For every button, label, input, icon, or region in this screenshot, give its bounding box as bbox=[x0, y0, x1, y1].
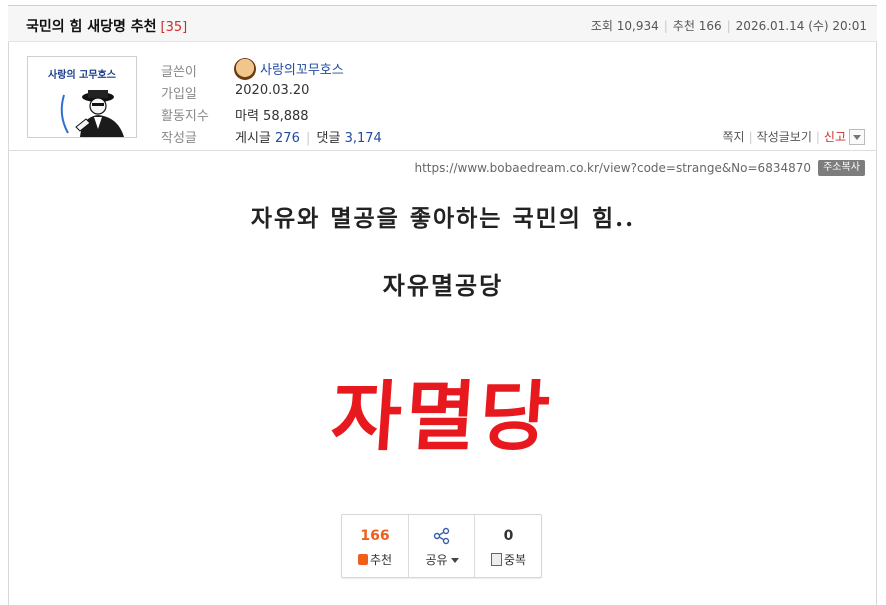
author-box: 사랑의 고무호스 글쓴이 사랑의꼬무호스 가입일 2020.03.20 활동지수… bbox=[8, 42, 877, 151]
post-datetime: 2026.01.14 (수) 20:01 bbox=[735, 19, 867, 33]
activity-row: 활동지수 마력 58,888 bbox=[161, 105, 309, 124]
post-url: https://www.bobaedream.co.kr/view?code=s… bbox=[414, 161, 812, 175]
activity-label: 활동지수 bbox=[161, 109, 209, 124]
post-stats: 조회 10,934 | 추천 166 | 2026.01.14 (수) 20:01 bbox=[590, 19, 867, 33]
content-line-1: 자유와 멸공을 좋아하는 국민의 힘.. bbox=[250, 205, 636, 232]
view-posts-link[interactable]: 작성글보기 bbox=[757, 130, 812, 144]
posts-prefix: 게시글 bbox=[235, 131, 271, 146]
report-link[interactable]: 신고 bbox=[824, 130, 846, 144]
comments-count[interactable]: 3,174 bbox=[345, 131, 382, 146]
views-label: 조회 bbox=[590, 19, 613, 33]
vote-recommend-count: 166 bbox=[360, 528, 390, 544]
share-label: 공유 bbox=[425, 553, 448, 567]
posts-label: 작성글 bbox=[161, 131, 197, 146]
message-link[interactable]: 쪽지 bbox=[723, 130, 745, 144]
posts-row: 작성글 게시글 276 | 댓글 3,174 bbox=[161, 131, 382, 146]
chevron-down-icon[interactable] bbox=[849, 128, 865, 145]
officer-icon bbox=[60, 90, 124, 137]
duplicate-button[interactable]: 0 중복 bbox=[474, 515, 542, 577]
author-nickname[interactable]: 사랑의꼬무호스 bbox=[260, 63, 344, 78]
copy-url-button[interactable]: 주소복사 bbox=[818, 160, 865, 176]
post-title-text: 국민의 힘 새당명 추천 bbox=[26, 19, 157, 35]
join-date: 2020.03.20 bbox=[235, 83, 310, 98]
join-label: 가입일 bbox=[161, 87, 197, 102]
content-line-2: 자유멸공당 bbox=[382, 271, 504, 300]
duplicate-label: 중복 bbox=[503, 553, 527, 567]
vote-box: 166 추천 공유 0 중복 bbox=[341, 514, 542, 578]
posts-count[interactable]: 276 bbox=[275, 131, 300, 146]
comments-prefix: 댓글 bbox=[316, 131, 341, 146]
chevron-down-icon bbox=[450, 558, 459, 563]
duplicate-count: 0 bbox=[503, 528, 514, 544]
document-icon bbox=[490, 553, 502, 566]
author-avatar[interactable]: 사랑의 고무호스 bbox=[27, 56, 137, 138]
recommend-count: 166 bbox=[698, 19, 722, 33]
join-row: 가입일 2020.03.20 bbox=[161, 83, 309, 102]
nick-label: 글쓴이 bbox=[161, 65, 197, 80]
share-icon bbox=[433, 527, 450, 545]
user-level-icon bbox=[234, 57, 256, 80]
recommend-label: 추천 bbox=[672, 19, 695, 33]
thumbs-up-icon bbox=[357, 554, 368, 565]
nickname-row: 글쓴이 사랑의꼬무호스 bbox=[161, 57, 344, 80]
author-actions: 쪽지 | 작성글보기 | 신고 bbox=[723, 128, 865, 146]
share-button[interactable]: 공유 bbox=[408, 515, 475, 577]
recommend-button[interactable]: 166 추천 bbox=[342, 515, 408, 577]
comment-count[interactable]: [35] bbox=[161, 20, 188, 35]
activity-value: 마력 58,888 bbox=[235, 109, 309, 124]
post-title: 국민의 힘 새당명 추천 [35] bbox=[26, 16, 187, 36]
post-header: 국민의 힘 새당명 추천 [35] 조회 10,934 | 추천 166 | 2026.0… bbox=[8, 5, 877, 42]
views-count: 10,934 bbox=[616, 19, 659, 33]
content-big-text: 자멸당 bbox=[328, 372, 557, 461]
vote-recommend-label: 추천 bbox=[369, 553, 393, 567]
